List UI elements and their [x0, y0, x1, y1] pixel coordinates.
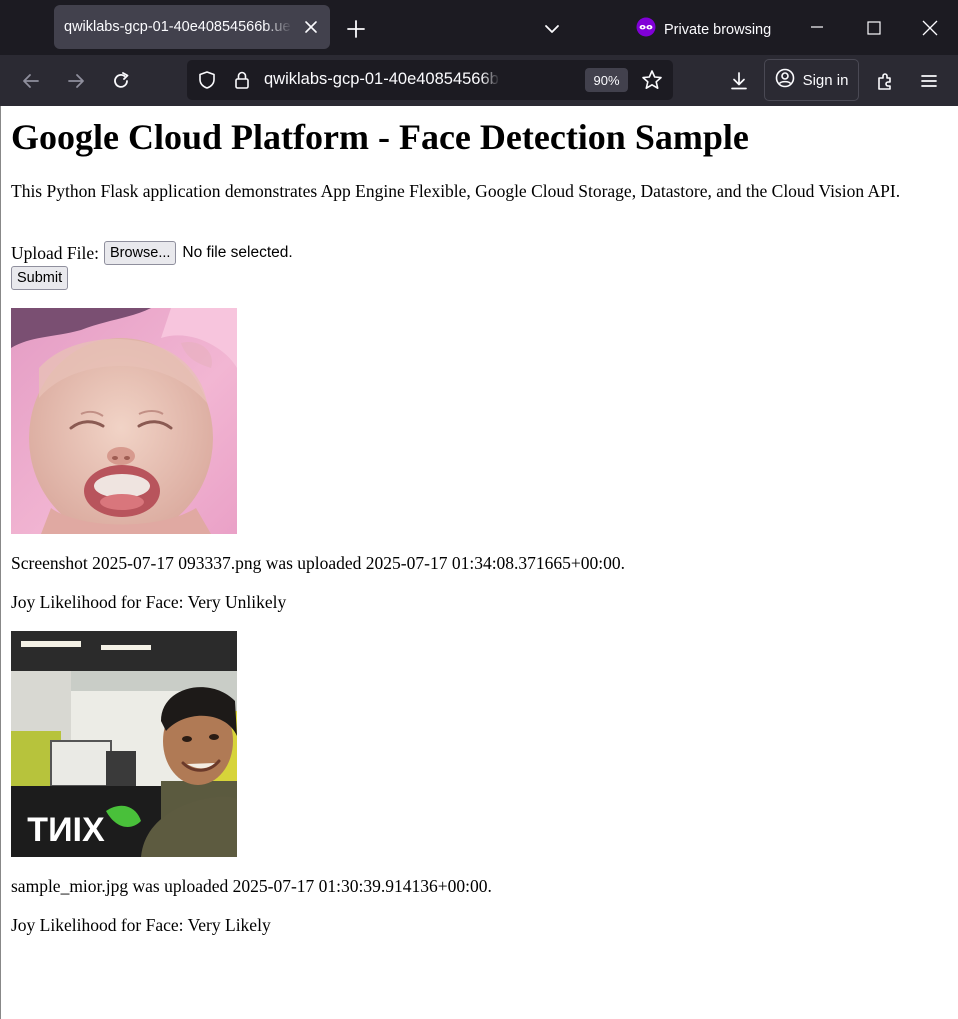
private-browsing-indicator: Private browsing	[636, 17, 771, 42]
tab-close-icon[interactable]	[301, 17, 321, 37]
upload-1-caption: Screenshot 2025-07-17 093337.png was upl…	[11, 553, 626, 573]
page-description: This Python Flask application demonstrat…	[11, 181, 901, 201]
sign-in-button[interactable]: Sign in	[764, 59, 859, 101]
minimize-icon[interactable]	[806, 16, 828, 38]
page-content: Google Cloud Platform - Face Detection S…	[0, 106, 958, 1019]
sign-in-label: Sign in	[802, 71, 849, 89]
upload-2-joy-likelihood: Joy Likelihood for Face: Very Likely	[11, 915, 271, 935]
window-close-icon[interactable]	[919, 17, 941, 39]
lock-icon[interactable]	[231, 69, 253, 91]
uploaded-photo-baby	[11, 308, 237, 534]
maximize-icon[interactable]	[863, 17, 885, 39]
uploaded-photo-selfie: XINT	[11, 631, 237, 857]
file-status: No file selected.	[182, 244, 293, 261]
url-text[interactable]: qwiklabs-gcp-01-40e40854566b.ue.r.appspo…	[264, 70, 500, 89]
tab-list-icon[interactable]	[540, 17, 564, 41]
back-icon[interactable]	[19, 69, 43, 93]
star-icon[interactable]	[641, 69, 663, 91]
extensions-icon[interactable]	[873, 69, 897, 93]
zoom-level-badge[interactable]: 90%	[585, 68, 628, 92]
menu-icon[interactable]	[917, 69, 941, 93]
tab-title: qwiklabs-gcp-01-40e40854566b.ue.r.appspo…	[64, 19, 292, 35]
private-browsing-label: Private browsing	[664, 21, 772, 38]
upload-1-joy-likelihood: Joy Likelihood for Face: Very Unlikely	[11, 592, 287, 612]
sign-text: XINT	[27, 811, 105, 849]
upload-row: Upload File: Browse... No file selected.	[11, 241, 293, 265]
private-mask-icon	[636, 17, 656, 42]
page-title: Google Cloud Platform - Face Detection S…	[11, 117, 749, 157]
navigation-toolbar: qwiklabs-gcp-01-40e40854566b.ue.r.appspo…	[0, 55, 958, 106]
new-tab-icon[interactable]	[344, 17, 368, 41]
upload-2-caption: sample_mior.jpg was uploaded 2025-07-17 …	[11, 876, 492, 896]
active-tab[interactable]: qwiklabs-gcp-01-40e40854566b.ue.r.appspo…	[54, 5, 330, 49]
account-icon	[775, 68, 795, 92]
address-bar[interactable]: qwiklabs-gcp-01-40e40854566b.ue.r.appspo…	[187, 60, 673, 100]
forward-icon[interactable]	[64, 69, 88, 93]
tab-bar: qwiklabs-gcp-01-40e40854566b.ue.r.appspo…	[0, 0, 958, 55]
upload-label: Upload File:	[11, 242, 99, 263]
shield-icon[interactable]	[196, 69, 218, 91]
submit-button[interactable]: Submit	[11, 266, 69, 290]
browse-button[interactable]: Browse...	[103, 241, 177, 265]
download-icon[interactable]	[727, 69, 751, 93]
reload-icon[interactable]	[109, 69, 133, 93]
